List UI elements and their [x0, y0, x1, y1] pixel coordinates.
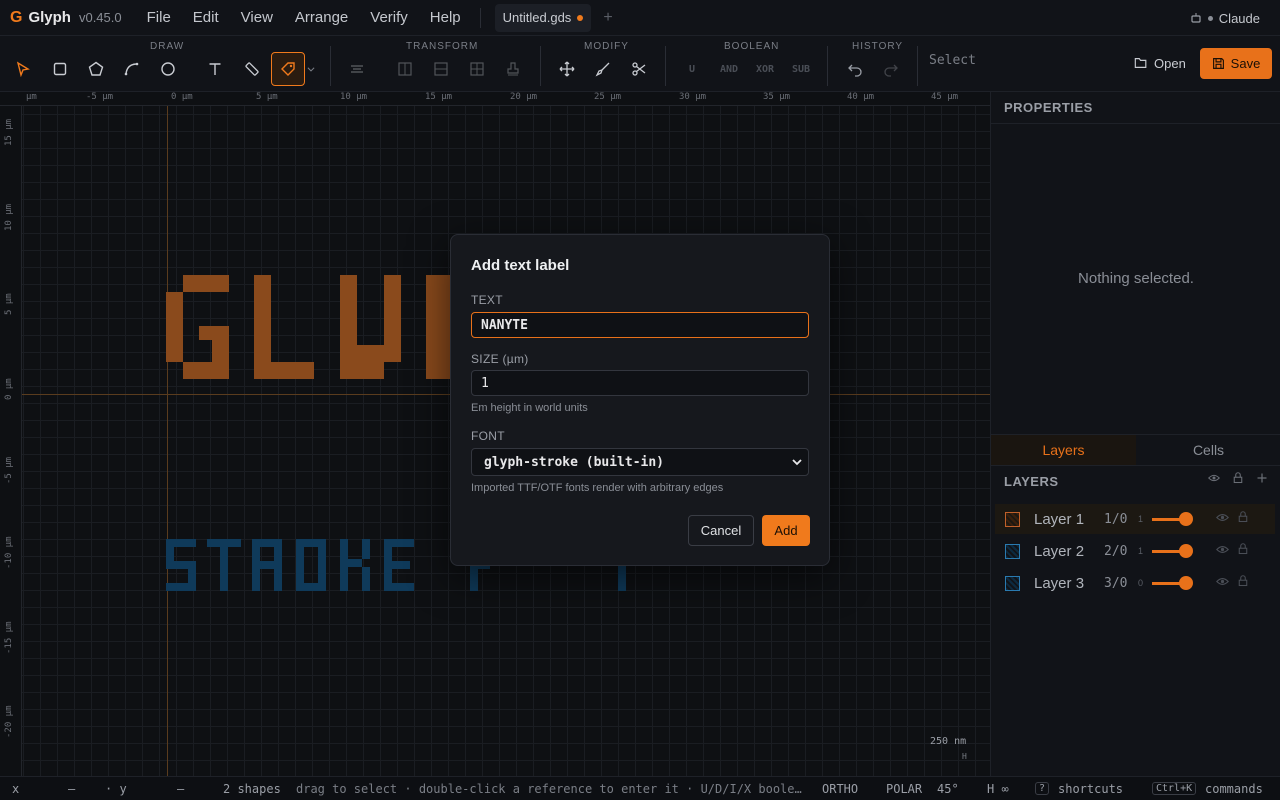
- font-field-label: FONT: [471, 429, 505, 443]
- size-help-text: Em height in world units: [471, 402, 588, 414]
- chevron-down-icon: [792, 459, 802, 466]
- font-select[interactable]: glyph-stroke (built-in): [471, 448, 809, 476]
- add-text-label-dialog: Add text label TEXT NANYTE SIZE (µm) 1 E…: [450, 234, 830, 566]
- modal-overlay: Add text label TEXT NANYTE SIZE (µm) 1 E…: [0, 0, 1280, 800]
- dialog-title: Add text label: [471, 257, 570, 274]
- text-field-label: TEXT: [471, 293, 503, 307]
- font-select-value: glyph-stroke (built-in): [484, 454, 665, 470]
- add-button[interactable]: Add: [762, 515, 810, 546]
- size-field-label: SIZE (µm): [471, 352, 529, 366]
- text-input[interactable]: NANYTE: [471, 312, 809, 338]
- size-input[interactable]: 1: [471, 370, 809, 396]
- font-help-text: Imported TTF/OTF fonts render with arbit…: [471, 482, 724, 494]
- cancel-button[interactable]: Cancel: [688, 515, 754, 546]
